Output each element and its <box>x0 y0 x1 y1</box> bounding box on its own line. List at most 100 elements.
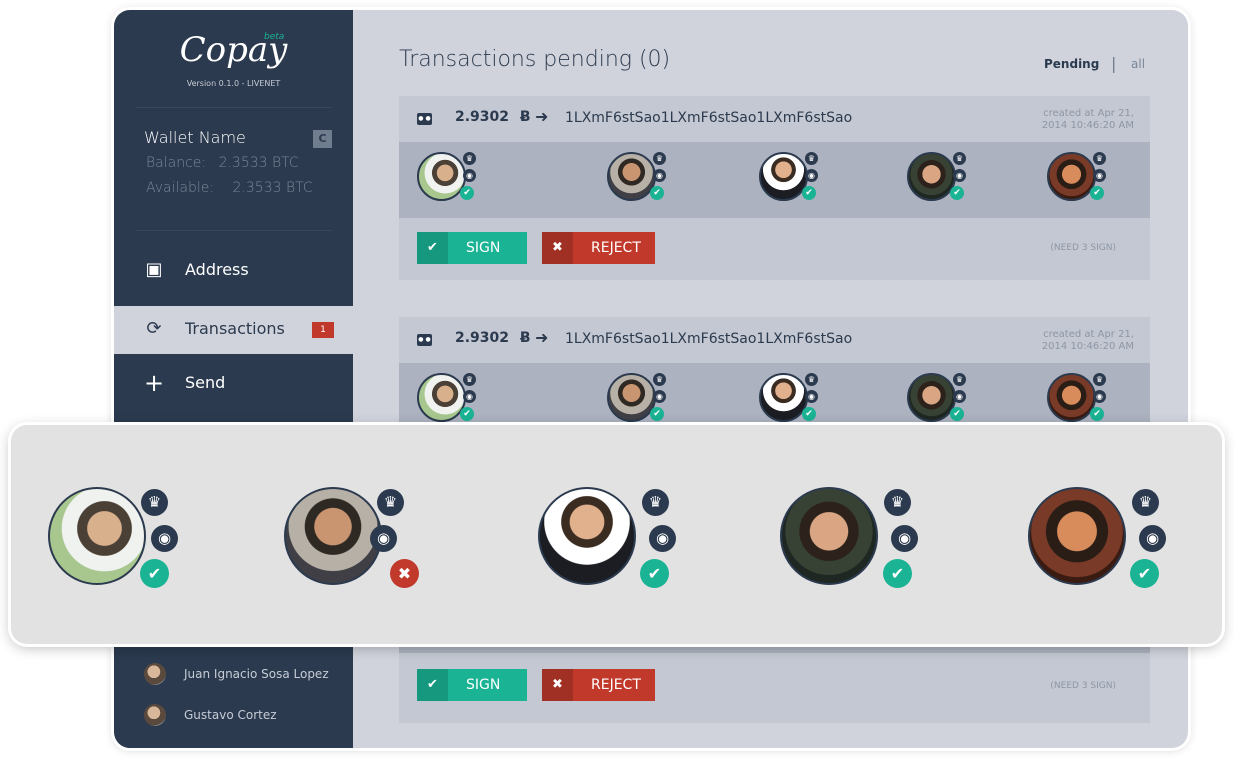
comment-icon: ● ● <box>417 334 432 346</box>
avatar <box>417 152 466 201</box>
sign-label: SIGN <box>466 677 501 693</box>
avatar <box>607 373 656 422</box>
check-icon: ✔ <box>950 407 964 421</box>
copayer-item[interactable]: Juan Ignacio Sosa Lopez <box>144 663 353 687</box>
avatar <box>759 373 808 422</box>
balance: Balance: 2.3533 BTC <box>146 155 299 171</box>
crown-icon: ♛ <box>1093 152 1106 165</box>
crown-icon: ♛ <box>653 152 666 165</box>
plus-icon: + <box>144 369 165 397</box>
copayer-signature: ♛ ◉ ✔ <box>607 373 681 427</box>
address-book-icon: ▣ <box>145 259 163 280</box>
check-icon: ✔ <box>140 559 169 588</box>
arrow-right-icon: ➜ <box>535 328 549 347</box>
copayer-signature: ♛ ◉ ✔ <box>907 373 981 427</box>
check-icon: ✔ <box>460 407 474 421</box>
close-icon: ✖ <box>542 669 573 701</box>
check-icon: ✔ <box>640 559 669 588</box>
filter-pending[interactable]: Pending <box>1044 57 1099 71</box>
close-icon: ✖ <box>390 559 419 588</box>
filter-separator: | <box>1111 54 1117 73</box>
reject-button[interactable]: ✖ REJECT <box>542 232 655 264</box>
check-icon: ✔ <box>650 186 664 200</box>
avatar <box>780 487 878 585</box>
available-label: Available: <box>146 180 215 196</box>
eye-icon: ◉ <box>649 525 676 552</box>
created-at: created at Apr 21, 2014 10:46:20 AM <box>1042 329 1134 353</box>
created-at: created at Apr 21, 2014 10:46:20 AM <box>1042 108 1134 132</box>
crown-icon: ♛ <box>884 489 911 516</box>
transaction-card: ● ● 2.9302 Ƀ ➜ 1LXmF6stSao1LXmF6stSao1LX… <box>399 96 1150 280</box>
refresh-icon[interactable]: C <box>313 130 332 148</box>
avatar <box>607 152 656 201</box>
amount-value: 2.9302 <box>455 330 510 346</box>
copayers-zoom-panel: ♛ ◉ ✔ ♛ ◉ ✖ ♛ ◉ ✔ ♛ ◉ ✔ ♛ ◉ ✔ <box>11 425 1222 644</box>
version-label: Version 0.1.0 - LIVENET <box>186 79 281 88</box>
transaction-header: ● ● 2.9302 Ƀ ➜ 1LXmF6stSao1LXmF6stSao1LX… <box>399 96 1150 142</box>
copayer-signature: ♛ ◉ ✔ <box>417 152 491 206</box>
balance-label: Balance: <box>146 155 207 171</box>
reject-label: REJECT <box>591 677 641 693</box>
copayer-item[interactable]: Gustavo Cortez <box>144 704 353 728</box>
copayer-signature-zoom: ♛ ◉ ✖ <box>284 487 419 589</box>
destination-address: 1LXmF6stSao1LXmF6stSao1LXmF6stSao <box>565 331 853 347</box>
comment-icon: ● ● <box>417 113 432 125</box>
copayer-signature-zoom: ♛ ◉ ✔ <box>48 487 180 589</box>
sidebar-item-send[interactable]: + Send <box>114 360 353 408</box>
avatar <box>538 487 636 585</box>
sidebar-item-address[interactable]: ▣ Address <box>114 247 353 295</box>
check-icon: ✔ <box>1130 559 1159 588</box>
eye-icon: ◉ <box>805 169 818 182</box>
created-line: 2014 10:46:20 AM <box>1041 341 1134 352</box>
sidebar-item-label: Send <box>185 373 226 392</box>
avatar <box>284 487 382 585</box>
check-icon: ✔ <box>883 559 912 588</box>
eye-icon: ◉ <box>463 390 476 403</box>
eye-icon: ◉ <box>953 390 966 403</box>
signatures-needed: (NEED 3 SIGN) <box>1050 681 1116 691</box>
check-icon: ✔ <box>802 186 816 200</box>
reject-button[interactable]: ✖ REJECT <box>542 669 655 701</box>
eye-icon: ◉ <box>653 169 666 182</box>
crown-icon: ♛ <box>1132 489 1159 516</box>
sign-button[interactable]: ✔ SIGN <box>417 232 527 264</box>
arrow-right-icon: ➜ <box>535 107 549 126</box>
sidebar-item-label: Address <box>185 260 249 279</box>
sign-label: SIGN <box>466 240 501 256</box>
copayer-signature: ♛ ◉ ✔ <box>607 152 681 206</box>
created-line: created at Apr 21, <box>1043 329 1134 340</box>
wallet-name[interactable]: Wallet Name <box>144 128 246 147</box>
close-icon: ✖ <box>542 232 573 264</box>
eye-icon: ◉ <box>953 169 966 182</box>
divider <box>136 107 332 108</box>
eye-icon: ◉ <box>151 525 178 552</box>
copayer-signatures: ♛ ◉ ✔ ♛ ◉ ✔ ♛ ◉ ✔ ♛ ◉ ✔ ♛ ◉ ✔ <box>399 142 1150 218</box>
available-value: 2.3533 BTC <box>232 180 313 196</box>
eye-icon: ◉ <box>805 390 818 403</box>
copayer-signature: ♛ ◉ ✔ <box>759 152 833 206</box>
sidebar-item-transactions[interactable]: ⟳ Transactions 1 <box>114 306 353 354</box>
copayer-signature-zoom: ♛ ◉ ✔ <box>538 487 676 589</box>
amount-value: 2.9302 <box>455 109 510 125</box>
sign-button[interactable]: ✔ SIGN <box>417 669 527 701</box>
destination-address: 1LXmF6stSao1LXmF6stSao1LXmF6stSao <box>565 110 853 126</box>
bitcoin-icon: Ƀ <box>519 330 531 346</box>
avatar <box>907 152 956 201</box>
avatar <box>144 663 166 685</box>
copayer-name: Gustavo Cortez <box>184 708 277 722</box>
avatar <box>759 152 808 201</box>
crown-icon: ♛ <box>805 373 818 386</box>
copayer-signature: ♛ ◉ ✔ <box>1047 373 1121 427</box>
check-icon: ✔ <box>650 407 664 421</box>
avatar <box>1047 152 1096 201</box>
check-icon: ✔ <box>950 186 964 200</box>
available: Available: 2.3533 BTC <box>146 180 313 196</box>
check-icon: ✔ <box>417 232 448 264</box>
divider <box>136 230 332 231</box>
copayer-signature: ♛ ◉ ✔ <box>907 152 981 206</box>
check-icon: ✔ <box>1090 186 1104 200</box>
transaction-actions: ✔ SIGN ✖ REJECT (NEED 3 SIGN) <box>399 218 1150 280</box>
filter-all[interactable]: all <box>1131 57 1145 71</box>
transaction-header: ● ● 2.9302 Ƀ ➜ 1LXmF6stSao1LXmF6stSao1LX… <box>399 317 1150 363</box>
copay-logo: Copay <box>179 30 288 70</box>
